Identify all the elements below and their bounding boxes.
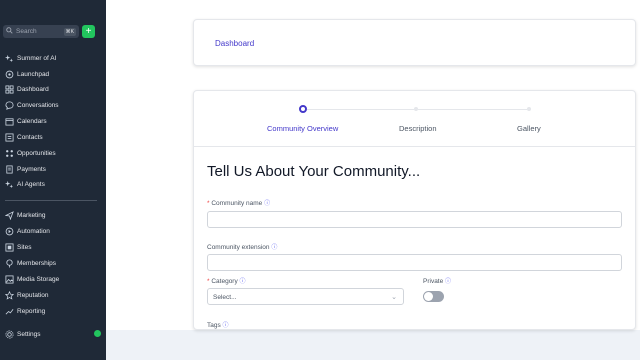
rocket-icon bbox=[5, 70, 14, 79]
sidebar-search-row: Search ⌘K + bbox=[3, 25, 95, 38]
sidebar-item-label: Media Storage bbox=[17, 275, 60, 283]
toggle-knob bbox=[424, 292, 433, 301]
status-badge bbox=[93, 329, 102, 338]
sidebar-item-contacts[interactable]: Contacts bbox=[5, 131, 43, 143]
chevron-down-icon: ⌄ bbox=[391, 294, 397, 301]
community-extension-label: Community extension ⓘ bbox=[207, 244, 278, 251]
sidebar-item-sites[interactable]: Sites bbox=[5, 241, 31, 253]
step-connector bbox=[307, 109, 414, 110]
info-icon[interactable]: ⓘ bbox=[445, 279, 451, 285]
sidebar-item-reputation[interactable]: Reputation bbox=[5, 289, 48, 301]
sidebar-item-label: Reporting bbox=[17, 307, 46, 315]
sparkle-icon bbox=[5, 54, 14, 63]
sidebar-item-launchpad[interactable]: Launchpad bbox=[5, 68, 49, 80]
sidebar-item-label: Marketing bbox=[17, 211, 46, 219]
sidebar-item-label: Memberships bbox=[17, 259, 57, 267]
category-select[interactable]: Select... ⌄ bbox=[207, 288, 404, 305]
search-input[interactable]: Search ⌘K bbox=[3, 25, 79, 38]
quick-add-button[interactable]: + bbox=[82, 25, 95, 38]
step-community-overview[interactable]: Community Overview bbox=[267, 124, 338, 133]
tags-label: Tags ⓘ bbox=[207, 322, 229, 329]
sidebar-item-label: Launchpad bbox=[17, 70, 50, 78]
breadcrumb-card: Dashboard bbox=[193, 19, 636, 66]
info-icon[interactable]: ⓘ bbox=[240, 279, 246, 285]
sidebar-item-automation[interactable]: Automation bbox=[5, 225, 50, 237]
step-gallery[interactable]: Gallery bbox=[517, 124, 541, 133]
community-name-field[interactable] bbox=[207, 211, 622, 228]
search-shortcut: ⌘K bbox=[63, 27, 76, 36]
sidebar: Search ⌘K + Summer of AI Launchpad Dashb… bbox=[0, 0, 106, 360]
step-indicator bbox=[414, 107, 418, 111]
sidebar-item-payments[interactable]: Payments bbox=[5, 163, 46, 175]
sidebar-item-conversations[interactable]: Conversations bbox=[5, 99, 59, 111]
image-icon bbox=[5, 274, 14, 284]
bottom-bar bbox=[106, 330, 640, 360]
category-selected-value: Select... bbox=[213, 294, 237, 301]
step-description[interactable]: Description bbox=[399, 124, 437, 133]
star-icon bbox=[5, 290, 14, 300]
dashboard-icon bbox=[5, 84, 14, 94]
sidebar-item-reporting[interactable]: Reporting bbox=[5, 305, 45, 317]
sidebar-item-label: AI Agents bbox=[17, 180, 45, 188]
category-label: * Category ⓘ bbox=[207, 278, 246, 285]
step-indicator-active bbox=[299, 105, 307, 113]
calendar-icon bbox=[5, 117, 14, 126]
community-extension-field[interactable] bbox=[207, 254, 622, 271]
private-label: Private ⓘ bbox=[423, 278, 452, 285]
info-icon[interactable]: ⓘ bbox=[271, 245, 277, 251]
sidebar-item-label: Payments bbox=[17, 165, 46, 173]
search-icon bbox=[6, 27, 13, 36]
dashboard-link[interactable]: Dashboard bbox=[215, 39, 254, 48]
sidebar-item-label: Summer of AI bbox=[17, 54, 57, 62]
sparkle-icon bbox=[5, 180, 14, 189]
sidebar-item-label: Sites bbox=[17, 243, 32, 251]
automation-icon bbox=[5, 227, 14, 236]
sidebar-item-memberships[interactable]: Memberships bbox=[5, 257, 56, 269]
sidebar-item-ai-agents[interactable]: AI Agents bbox=[5, 178, 45, 190]
payments-icon bbox=[5, 164, 14, 174]
private-toggle[interactable] bbox=[423, 291, 444, 302]
sites-icon bbox=[5, 242, 14, 252]
gear-icon bbox=[5, 329, 14, 339]
sidebar-item-label: Contacts bbox=[17, 133, 43, 141]
sidebar-item-marketing[interactable]: Marketing bbox=[5, 209, 46, 221]
chat-icon bbox=[5, 100, 14, 110]
info-icon[interactable]: ⓘ bbox=[223, 323, 229, 329]
community-form-card: Community Overview Description Gallery T… bbox=[193, 90, 636, 330]
sidebar-item-label: Conversations bbox=[17, 101, 59, 109]
sidebar-item-label: Settings bbox=[17, 330, 41, 338]
sidebar-item-settings[interactable]: Settings bbox=[5, 328, 41, 340]
opportunities-icon bbox=[5, 149, 14, 158]
sidebar-item-summer-of-ai[interactable]: Summer of AI bbox=[5, 52, 56, 64]
stepper: Community Overview Description Gallery bbox=[194, 91, 635, 147]
sidebar-item-media-storage[interactable]: Media Storage bbox=[5, 273, 59, 285]
sidebar-item-calendars[interactable]: Calendars bbox=[5, 115, 47, 127]
sidebar-item-label: Reputation bbox=[17, 291, 49, 299]
sidebar-item-label: Automation bbox=[17, 227, 50, 235]
memberships-icon bbox=[5, 258, 14, 268]
search-placeholder: Search bbox=[16, 28, 37, 35]
sidebar-item-label: Dashboard bbox=[17, 85, 49, 93]
contacts-icon bbox=[5, 132, 14, 142]
sidebar-divider bbox=[5, 200, 97, 201]
form-heading: Tell Us About Your Community... bbox=[207, 163, 421, 180]
sidebar-item-opportunities[interactable]: Opportunities bbox=[5, 147, 56, 159]
sidebar-item-dashboard[interactable]: Dashboard bbox=[5, 83, 49, 95]
info-icon[interactable]: ⓘ bbox=[264, 201, 270, 207]
sidebar-item-label: Calendars bbox=[17, 117, 47, 125]
step-indicator bbox=[527, 107, 531, 111]
send-icon bbox=[5, 210, 14, 220]
sidebar-item-label: Opportunities bbox=[17, 149, 56, 157]
step-connector bbox=[418, 109, 527, 110]
community-name-label: * Community name ⓘ bbox=[207, 200, 271, 207]
trend-icon bbox=[5, 307, 14, 316]
